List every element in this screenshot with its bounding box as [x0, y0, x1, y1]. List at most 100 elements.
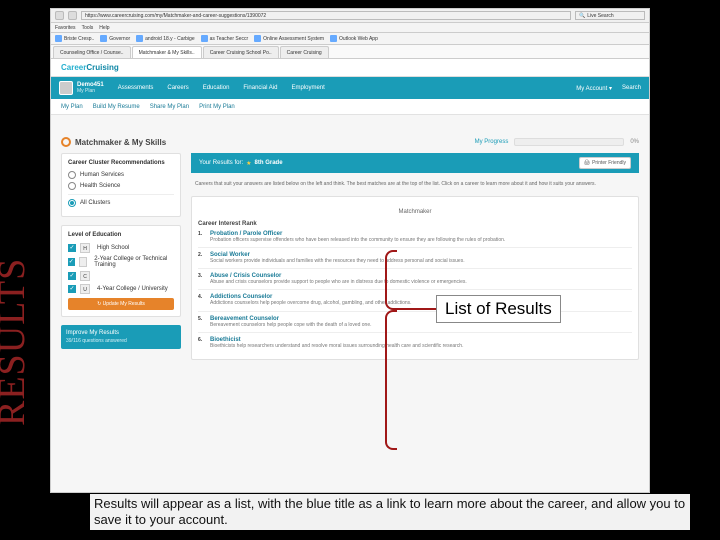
edu-option[interactable]: ✓HHigh School	[68, 243, 174, 253]
result-desc: Bioethicists help researchers understand…	[210, 343, 632, 349]
nav-education[interactable]: Education	[203, 85, 230, 91]
edu-option[interactable]: ✓2-Year College or Technical Training	[68, 256, 174, 268]
site-icon	[136, 35, 143, 42]
browser-search[interactable]: 🔍Live Search	[575, 11, 645, 20]
education-title: Level of Education	[68, 232, 174, 238]
printer-icon: 🖨	[584, 160, 590, 166]
nav-account[interactable]: My Account ▾	[576, 85, 612, 92]
search-icon: 🔍	[579, 13, 585, 19]
result-title[interactable]: Bereavement Counselor	[210, 316, 279, 322]
result-desc: Addictions counselors help people overco…	[210, 300, 632, 306]
site-icon	[201, 35, 208, 42]
progress-percent: 0%	[630, 139, 639, 145]
bookmark-item[interactable]: Governor	[100, 35, 130, 42]
result-title[interactable]: Probation / Parole Officer	[210, 231, 282, 237]
nav-assessments[interactable]: Assessments	[118, 85, 154, 91]
menu-help[interactable]: Help	[99, 25, 109, 31]
browser-tab[interactable]: Career Cruising School Po..	[203, 46, 279, 58]
nav-careers[interactable]: Careers	[167, 85, 188, 91]
menu-tools[interactable]: Tools	[82, 25, 94, 31]
results-intro: Careers that suit your answers are liste…	[191, 179, 639, 190]
cluster-option[interactable]: Human Services	[68, 171, 174, 179]
menu-bar: Favorites Tools Help	[51, 23, 649, 33]
improve-card[interactable]: Improve My Results 39/116 questions answ…	[61, 325, 181, 349]
vertical-results-label: RESULTS	[0, 258, 34, 426]
address-bar: https://www.careercruising.com/my/Matchm…	[51, 9, 649, 23]
page-title-row: Matchmaker & My Skills My Progress 0%	[61, 137, 639, 147]
results-for-label: Your Results for:	[199, 160, 243, 166]
results-for-value: 8th Grade	[255, 160, 283, 166]
star-icon: ★	[246, 160, 251, 167]
bookmark-item[interactable]: android 18.y - Carbige	[136, 35, 194, 42]
education-card: Level of Education ✓HHigh School ✓2-Year…	[61, 225, 181, 317]
results-header: Your Results for: ★ 8th Grade 🖨Printer F…	[191, 153, 639, 173]
matchmaker-heading: Matchmaker	[198, 209, 632, 215]
step-icon	[61, 137, 71, 147]
user-subtitle: My Plan	[77, 88, 95, 94]
subnav-print[interactable]: Print My Plan	[199, 104, 235, 110]
improve-title: Improve My Results	[66, 330, 119, 336]
browser-tab[interactable]: Career Cruising	[280, 46, 329, 58]
url-field[interactable]: https://www.careercruising.com/my/Matchm…	[81, 11, 571, 20]
logo: CareerCruising	[61, 63, 119, 72]
callout-connector	[397, 308, 437, 310]
subnav-share[interactable]: Share My Plan	[150, 104, 189, 110]
site-icon	[254, 35, 261, 42]
site-icon	[100, 35, 107, 42]
site-icon	[55, 35, 62, 42]
edu-option[interactable]: ✓C	[68, 271, 174, 281]
improve-sub: 39/116 questions answered	[66, 338, 176, 344]
bracket-annotation	[385, 310, 397, 450]
result-item[interactable]: 1.Probation / Parole OfficerProbation of…	[198, 231, 632, 243]
result-item[interactable]: 3.Abuse / Crisis CounselorAbuse and cris…	[198, 273, 632, 285]
results-list-section: Matchmaker Career Interest Rank 1.Probat…	[191, 196, 639, 361]
interest-heading: Career Interest Rank	[198, 221, 632, 227]
cluster-all[interactable]: All Clusters	[68, 199, 174, 207]
result-item[interactable]: 6.BioethicistBioethicists help researche…	[198, 337, 632, 349]
progress-bar	[514, 138, 624, 146]
nav-employment[interactable]: Employment	[291, 85, 324, 91]
callout-label: List of Results	[436, 295, 561, 323]
edu-option[interactable]: ✓U4-Year College / University	[68, 284, 174, 294]
result-desc: Bereavement counselors help people cope …	[210, 322, 632, 328]
nav-search[interactable]: Search	[622, 85, 641, 92]
back-button[interactable]	[55, 11, 64, 20]
site-icon	[330, 35, 337, 42]
app-content: CareerCruising Demo451 My Plan Assessmen…	[51, 59, 649, 492]
tab-bar: Counseling Office / Counse.. Matchmaker …	[51, 45, 649, 59]
result-desc: Social workers provide individuals and f…	[210, 258, 632, 264]
result-desc: Abuse and crisis counselors provide supp…	[210, 279, 632, 285]
result-item[interactable]: 2.Social WorkerSocial workers provide in…	[198, 252, 632, 264]
cluster-option[interactable]: Health Science	[68, 182, 174, 190]
browser-tab[interactable]: Matchmaker & My Skills..	[132, 46, 202, 58]
browser-tab[interactable]: Counseling Office / Counse..	[53, 46, 131, 58]
nav-financial[interactable]: Financial Aid	[243, 85, 277, 91]
bookmark-item[interactable]: Outlook Web App	[330, 35, 378, 42]
subnav-myplan[interactable]: My Plan	[61, 104, 83, 110]
plan-subnav: My Plan Build My Resume Share My Plan Pr…	[51, 99, 649, 115]
cluster-card: Career Cluster Recommendations Human Ser…	[61, 153, 181, 217]
user-block[interactable]: Demo451 My Plan	[59, 81, 104, 95]
printer-friendly-button[interactable]: 🖨Printer Friendly	[579, 157, 631, 169]
menu-favorites[interactable]: Favorites	[55, 25, 76, 31]
result-item[interactable]: 5.Bereavement CounselorBereavement couns…	[198, 316, 632, 328]
bookmark-item[interactable]: Briste Cresp..	[55, 35, 94, 42]
bracket-annotation	[385, 250, 397, 310]
update-results-button[interactable]: ↻ Update My Results	[68, 298, 174, 310]
bookmark-item[interactable]: Online Assessment System	[254, 35, 324, 42]
slide-caption: Results will appear as a list, with the …	[90, 494, 690, 531]
cluster-title: Career Cluster Recommendations	[68, 160, 174, 166]
bookmark-item[interactable]: as Teacher Seccr	[201, 35, 249, 42]
result-item[interactable]: 4.Addictions CounselorAddictions counsel…	[198, 294, 632, 306]
main-column: Your Results for: ★ 8th Grade 🖨Printer F…	[191, 153, 639, 360]
bookmarks-bar: Briste Cresp.. Governor android 18.y - C…	[51, 33, 649, 45]
result-desc: Probation officers supervise offenders w…	[210, 237, 632, 243]
forward-button[interactable]	[68, 11, 77, 20]
subnav-resume[interactable]: Build My Resume	[93, 104, 140, 110]
avatar	[59, 81, 73, 95]
progress-label: My Progress	[475, 139, 509, 145]
browser-window: https://www.careercruising.com/my/Matchm…	[50, 8, 650, 493]
brand-bar: CareerCruising	[51, 59, 649, 77]
result-title[interactable]: Social Worker	[210, 252, 250, 258]
result-title[interactable]: Bioethicist	[210, 337, 241, 343]
